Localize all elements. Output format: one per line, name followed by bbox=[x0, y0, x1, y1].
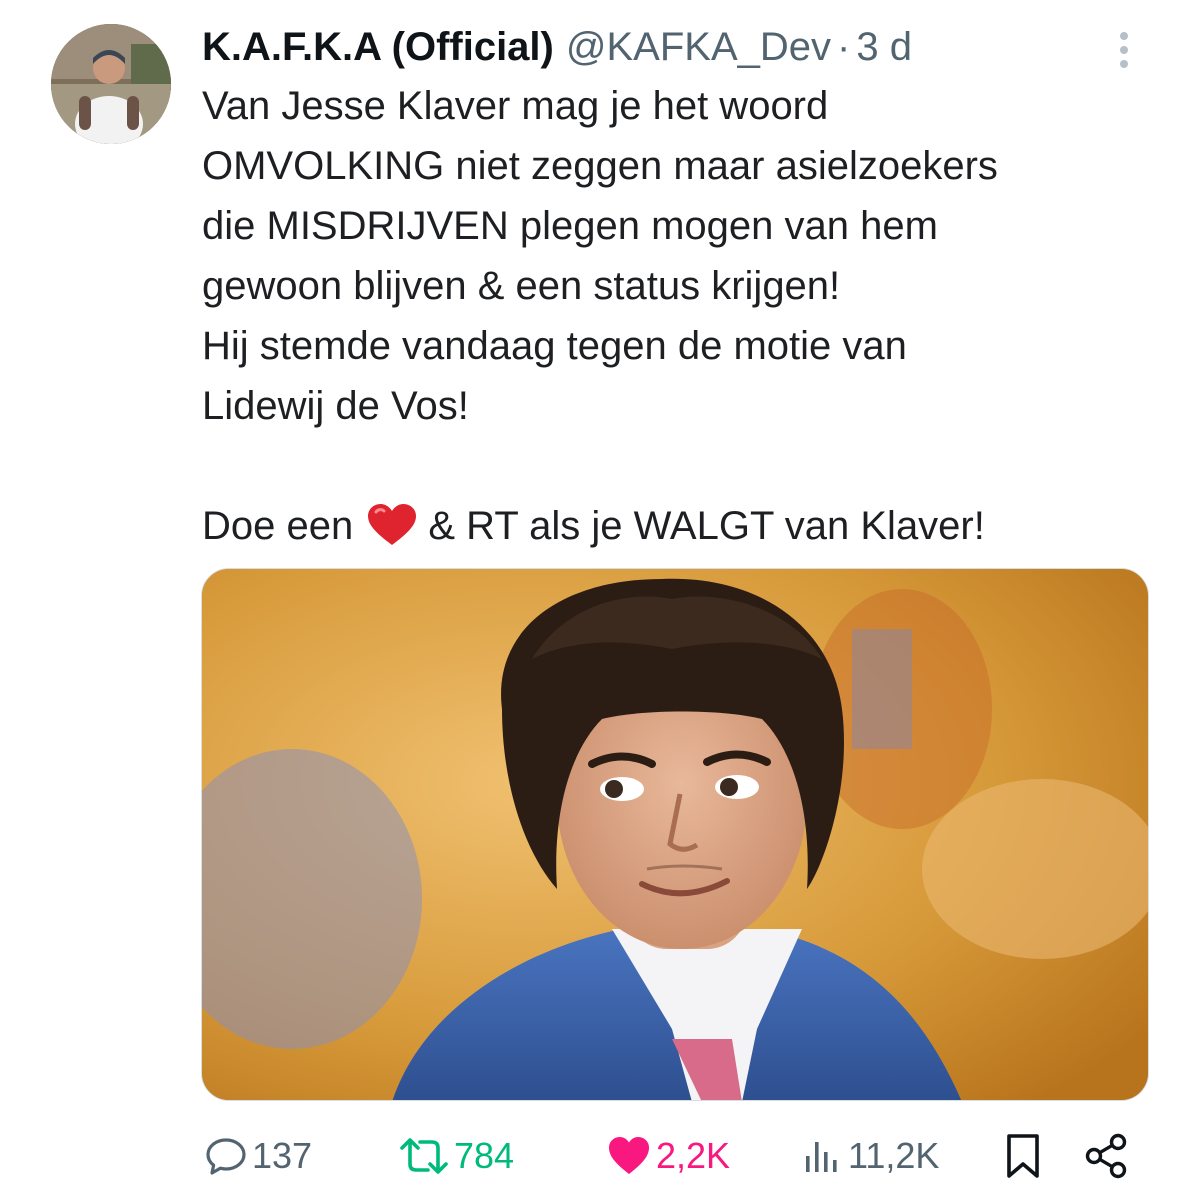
reply-count: 137 bbox=[252, 1135, 313, 1176]
tweet[interactable]: K.A.F.K.A (Official) @KAFKA_Dev · 3 d Va… bbox=[0, 0, 1200, 1200]
tweet-line: OMVOLKING niet zeggen maar asielzoekers bbox=[202, 144, 998, 188]
tweet-line: die MISDRIJVEN plegen mogen van hem bbox=[202, 204, 938, 248]
tweet-line: Van Jesse Klaver mag je het woord bbox=[202, 84, 829, 128]
bookmark-button[interactable] bbox=[1003, 1128, 1043, 1184]
tweet-line: gewoon blijven & een status krijgen! bbox=[202, 264, 841, 308]
tweet-photo[interactable] bbox=[201, 568, 1149, 1101]
views-button[interactable]: 11,2K bbox=[800, 1128, 939, 1184]
more-vertical-icon[interactable] bbox=[1106, 28, 1142, 72]
handle[interactable]: @KAFKA_Dev bbox=[566, 22, 831, 72]
tweet-line: Hij stemde vandaag tegen de motie van bbox=[202, 324, 907, 368]
timestamp[interactable]: 3 d bbox=[856, 22, 912, 72]
red-heart-emoji bbox=[368, 504, 417, 545]
views-count: 11,2K bbox=[848, 1135, 940, 1176]
tweet-actions: 137 784 2,2K 11,2K bbox=[0, 1128, 1200, 1184]
retweet-count: 784 bbox=[454, 1135, 515, 1176]
like-count: 2,2K bbox=[656, 1135, 731, 1176]
views-icon bbox=[806, 1142, 837, 1172]
avatar[interactable] bbox=[51, 24, 171, 144]
cta-after: & RT als je WALGT van Klaver! bbox=[428, 504, 985, 548]
reply-icon bbox=[206, 1138, 246, 1175]
bookmark-icon bbox=[1007, 1134, 1039, 1178]
share-icon bbox=[1085, 1133, 1127, 1179]
tweet-cta-line: Doe een & RT als je WALGT van Klaver! bbox=[202, 496, 1162, 556]
tweet-line: Lidewij de Vos! bbox=[202, 384, 469, 428]
tweet-text: Van Jesse Klaver mag je het woord OMVOLK… bbox=[202, 76, 1162, 556]
tweet-header: K.A.F.K.A (Official) @KAFKA_Dev · 3 d bbox=[202, 22, 912, 72]
cta-before: Doe een bbox=[202, 504, 354, 548]
separator-dot: · bbox=[837, 25, 851, 69]
share-button[interactable] bbox=[1084, 1128, 1130, 1184]
like-button[interactable]: 2,2K bbox=[606, 1128, 730, 1184]
retweet-icon bbox=[400, 1138, 448, 1174]
heart-filled-icon bbox=[609, 1137, 649, 1174]
reply-button[interactable]: 137 bbox=[204, 1128, 312, 1184]
retweet-button[interactable]: 784 bbox=[398, 1128, 514, 1184]
display-name[interactable]: K.A.F.K.A (Official) bbox=[202, 22, 554, 72]
